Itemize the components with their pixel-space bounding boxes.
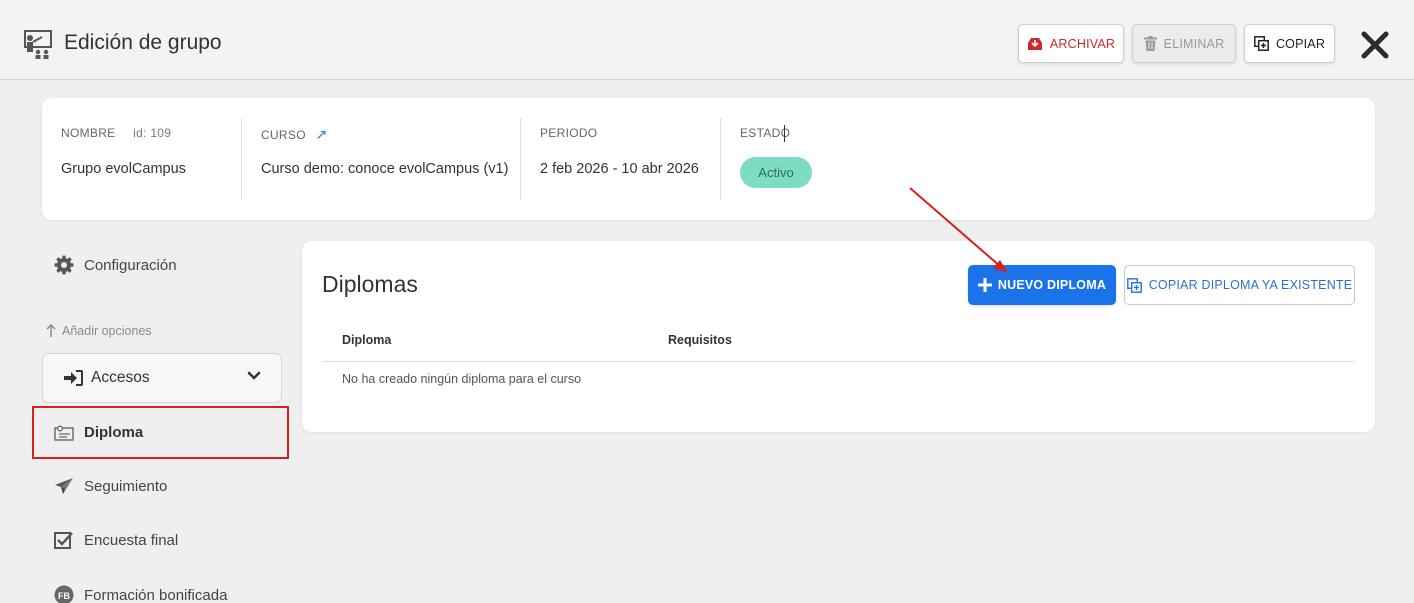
external-link-icon[interactable]: ↗ <box>315 126 327 142</box>
group-id: id: 109 <box>133 126 172 140</box>
period-value: 2 feb 2026 - 10 abr 2026 <box>540 161 699 177</box>
copy-icon <box>1253 36 1269 51</box>
empty-table-message: No ha creado ningún diploma para el curs… <box>342 372 582 386</box>
classroom-teacher-icon <box>24 30 52 59</box>
copy-existing-diploma-button[interactable]: COPIAR DIPLOMA YA EXISTENTE <box>1124 265 1355 305</box>
divider <box>720 118 721 200</box>
sidebar-item-label: Encuesta final <box>84 531 179 549</box>
svg-text:FB: FB <box>58 591 70 601</box>
sidebar-item-seguimiento[interactable]: Seguimiento <box>54 477 167 495</box>
divider <box>520 118 521 200</box>
copy-existing-label: COPIAR DIPLOMA YA EXISTENTE <box>1148 278 1353 292</box>
gear-icon <box>54 255 74 275</box>
text-cursor <box>784 125 785 142</box>
column-header-requisitos: Requisitos <box>668 333 732 347</box>
fb-badge-icon: FB <box>54 585 74 603</box>
sidebar-item-label: Seguimiento <box>84 477 168 495</box>
column-header-diploma: Diploma <box>342 333 392 347</box>
accesos-label-row: Accesos <box>63 369 150 387</box>
checkbox-icon <box>54 532 73 549</box>
delete-button[interactable]: ELIMINAR <box>1132 24 1236 63</box>
add-options-text: Añadir opciones <box>62 324 152 338</box>
accesos-dropdown[interactable]: Accesos <box>42 353 282 403</box>
chevron-down-icon <box>247 371 261 380</box>
sidebar-item-label: Formación bonificada <box>84 586 228 603</box>
archive-label: ARCHIVAR <box>1049 36 1116 51</box>
sidebar-item-encuesta-final[interactable]: Encuesta final <box>54 531 178 549</box>
copy-label: COPIAR <box>1275 36 1326 51</box>
trash-icon <box>1143 36 1157 51</box>
sidebar-item-label: Configuración <box>84 256 177 274</box>
copy-button[interactable]: COPIAR <box>1244 24 1335 63</box>
accesos-label: Accesos <box>91 369 150 386</box>
arrow-up-icon <box>46 324 56 337</box>
diplomas-panel: Diplomas NUEVO DIPLOMA COPIAR DIPLOMA YA… <box>302 241 1375 432</box>
new-diploma-label: NUEVO DIPLOMA <box>997 278 1107 292</box>
course-value: Curso demo: conoce evolCampus (v1) <box>261 161 509 177</box>
sidebar-item-configuracion[interactable]: Configuración <box>54 255 177 275</box>
page-title: Edición de grupo <box>64 31 222 54</box>
highlight-box <box>32 406 289 459</box>
page-header: Edición de grupo ARCHIVAR ELIMINAR COPIA… <box>0 0 1414 80</box>
table-divider <box>322 361 1355 362</box>
status-badge: Activo <box>740 157 812 188</box>
status-label: ESTADO <box>740 126 791 140</box>
add-options-label: Añadir opciones <box>46 324 152 338</box>
course-label: CURSO <box>261 128 306 142</box>
plus-icon <box>977 278 992 292</box>
delete-label: ELIMINAR <box>1163 36 1225 51</box>
archive-icon <box>1027 37 1042 50</box>
copy-icon <box>1126 277 1142 293</box>
section-title: Diplomas <box>322 271 418 297</box>
new-diploma-button[interactable]: NUEVO DIPLOMA <box>968 265 1116 305</box>
paper-plane-icon <box>55 478 73 494</box>
close-icon[interactable] <box>1360 30 1390 60</box>
course-label-row: CURSO ↗ <box>261 126 328 143</box>
name-label-row: NOMBRE id: 109 <box>61 126 171 140</box>
sidebar-item-formacion-bonificada[interactable]: FB Formación bonificada <box>54 585 227 603</box>
name-label: NOMBRE <box>61 126 116 140</box>
group-info-card: NOMBRE id: 109 Grupo evolCampus CURSO ↗ … <box>42 98 1375 220</box>
archive-button[interactable]: ARCHIVAR <box>1018 24 1124 63</box>
group-name-value: Grupo evolCampus <box>61 161 186 177</box>
divider <box>241 118 242 200</box>
sign-in-icon <box>64 370 83 386</box>
period-label: PERIODO <box>540 126 598 140</box>
